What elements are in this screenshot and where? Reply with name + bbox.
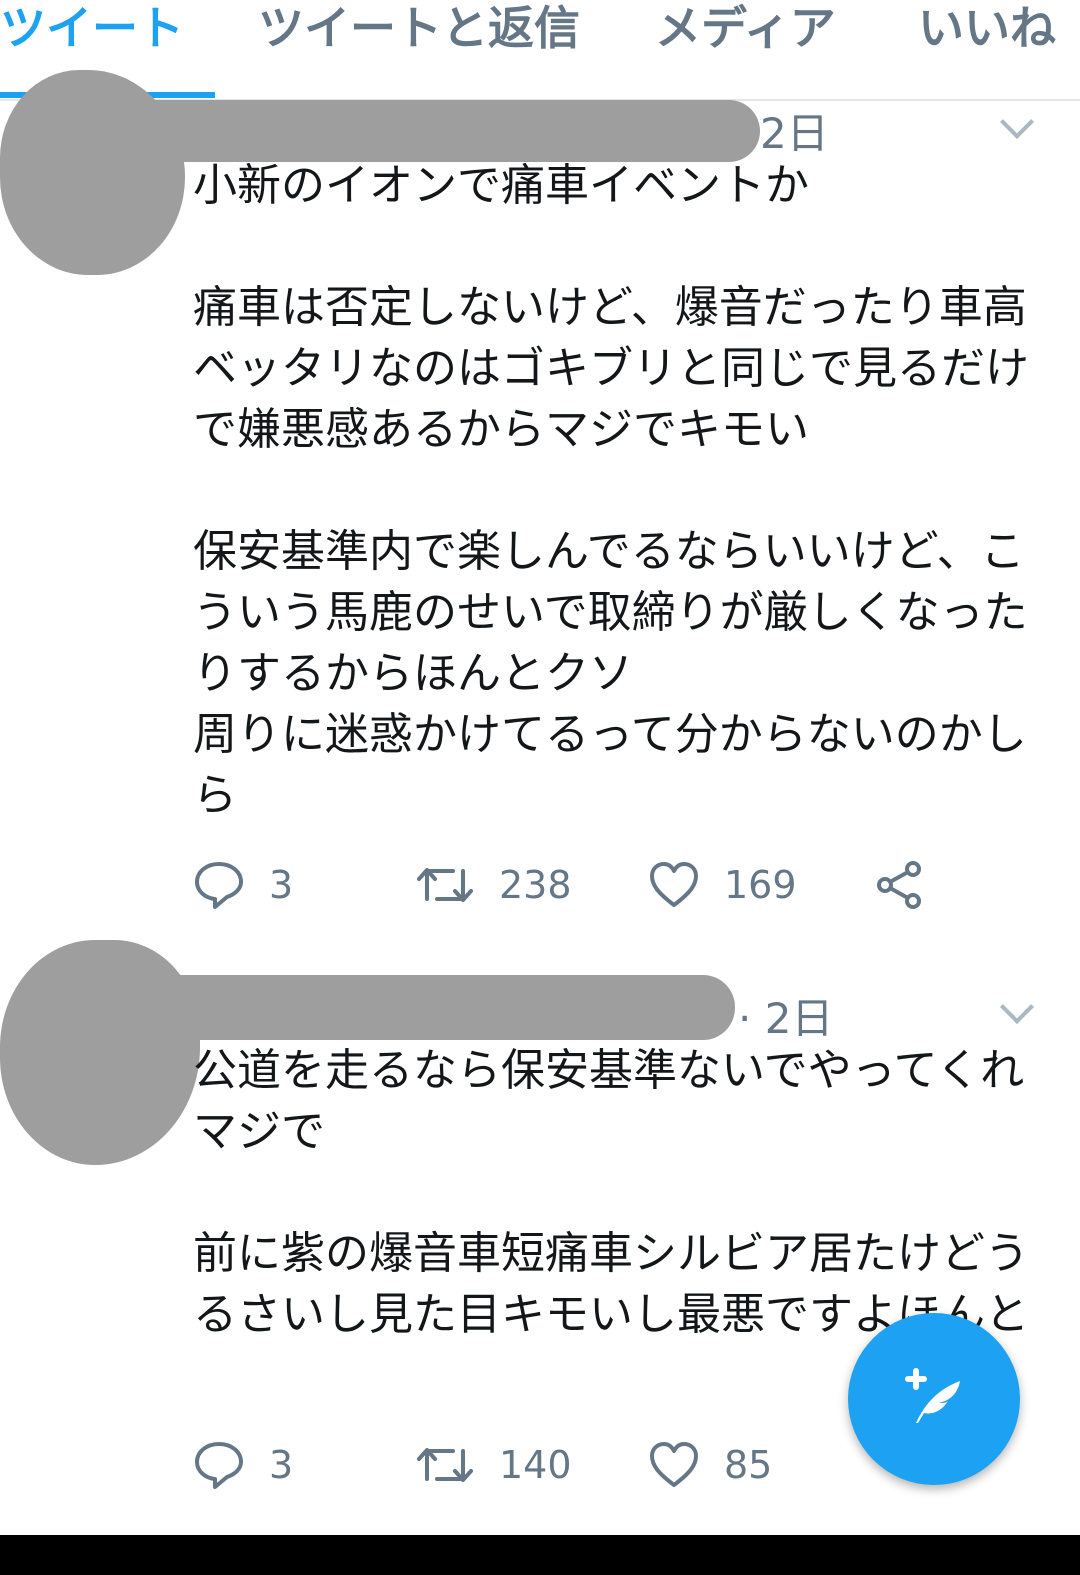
retweet-count: 140 [499,1443,572,1487]
tweet-text: 小新のイオンで痛車イベントか 痛車は否定しないけど、爆音だったり車高ベッタリなの… [193,160,1029,821]
tweet-text: 公道を走るなら保安基準ないでやってくれマジで 前に紫の爆音車短痛車シルビア居たけ… [193,1045,1029,1340]
redacted-username [60,975,735,1040]
retweet-count: 238 [499,863,572,907]
heart-icon [648,1441,700,1489]
share-button[interactable] [873,855,925,915]
tab-tweets[interactable]: ツイート [0,0,184,60]
reply-count: 3 [269,1443,294,1487]
like-button[interactable]: 169 [648,855,797,915]
retweet-icon [415,863,475,907]
profile-tabs: ツイート ツイートと返信 メディア いいね [0,0,1080,101]
tab-tweets-and-replies[interactable]: ツイートと返信 [258,0,580,60]
like-count: 85 [724,1443,773,1487]
heart-icon [648,861,700,909]
reply-button[interactable]: 3 [193,1435,293,1495]
retweet-button[interactable]: 140 [415,1435,572,1495]
tweet[interactable]: 2日 小新のイオンで痛車イベントか 痛車は否定しないけど、爆音だったり車高ベッタ… [0,70,1080,940]
share-icon [873,860,925,910]
reply-icon [193,860,245,910]
compose-feather-icon [894,1357,974,1441]
redacted-avatar [0,940,200,1165]
retweet-button[interactable]: 238 [415,855,572,915]
redacted-username [90,100,760,162]
reply-icon [193,1440,245,1490]
retweet-icon [415,1443,475,1487]
system-navigation-bar [0,1535,1080,1575]
like-button[interactable]: 85 [648,1435,772,1495]
tweet-timestamp: 2日 [760,109,829,158]
tab-media[interactable]: メディア [655,0,836,60]
like-count: 169 [724,863,797,907]
chevron-down-icon[interactable] [1000,105,1034,139]
chevron-down-icon[interactable] [1000,990,1034,1024]
tab-likes[interactable]: いいね [918,0,1056,60]
reply-count: 3 [269,863,294,907]
compose-tweet-button[interactable] [848,1313,1020,1485]
reply-button[interactable]: 3 [193,855,293,915]
tweet-timestamp: · 2日 [738,994,834,1043]
